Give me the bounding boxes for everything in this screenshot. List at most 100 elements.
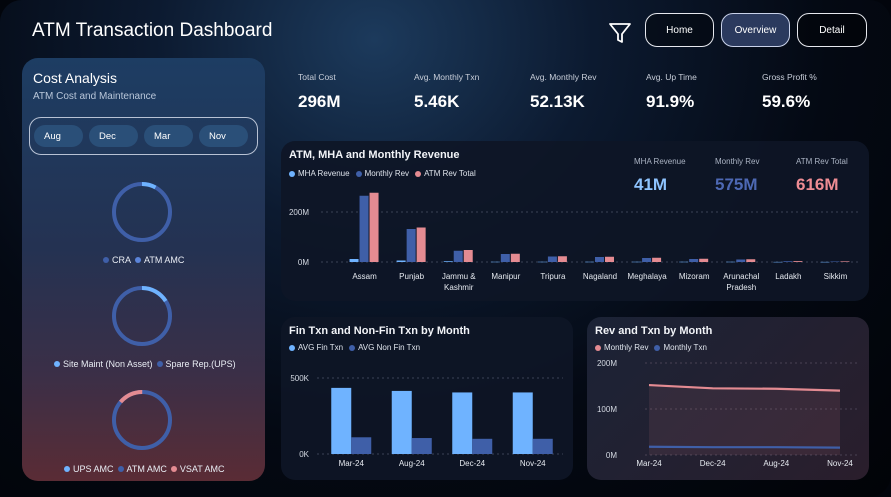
- x-tick-label: Nagaland: [583, 272, 617, 281]
- bar: [351, 437, 372, 454]
- bar: [391, 390, 412, 454]
- legend-dot: [64, 466, 70, 472]
- x-tick-label: Meghalaya: [628, 272, 668, 281]
- bar: [736, 259, 746, 262]
- bar: [510, 253, 520, 262]
- month-chip-aug[interactable]: Aug: [34, 125, 83, 147]
- kpi-value: 59.6%: [762, 92, 811, 111]
- dashboard-frame: ATM Transaction Dashboard Home Overview …: [0, 0, 891, 497]
- x-tick-label: Nov-24: [827, 459, 853, 468]
- bar: [500, 254, 510, 262]
- donut-chart-site-maint[interactable]: [108, 282, 176, 350]
- kpi-avg-up-time: Avg. Up Time 91.9%: [646, 72, 697, 112]
- bar: [406, 229, 416, 262]
- kpi-gross-profit: Gross Profit % 59.6%: [762, 72, 817, 112]
- bar: [746, 259, 756, 262]
- bar: [452, 392, 473, 454]
- bar: [783, 261, 793, 262]
- legend-label: VSAT AMC: [179, 464, 225, 474]
- cost-panel-subtitle: ATM Cost and Maintenance: [33, 91, 157, 102]
- y-tick-label: 200M: [597, 359, 617, 368]
- bar: [443, 261, 453, 262]
- bar: [463, 250, 473, 262]
- x-tick-label: Jammu &: [442, 272, 476, 281]
- bar: [349, 259, 359, 262]
- kpi-label: Gross Profit %: [762, 72, 817, 82]
- x-tick-label: Mar-24: [339, 459, 365, 468]
- x-tick-label: Manipur: [491, 272, 520, 281]
- nav-detail-button[interactable]: Detail: [797, 13, 867, 47]
- kpi-avg-monthly-rev: Avg. Monthly Rev 52.13K: [530, 72, 596, 112]
- x-tick-label: Dec-24: [459, 459, 485, 468]
- bar: [359, 195, 369, 262]
- bar: [632, 261, 642, 263]
- bar: [793, 261, 803, 262]
- kpi-value: 52.13K: [530, 92, 585, 111]
- y-tick-label: 0K: [299, 450, 309, 459]
- x-tick-label: Kashmir: [444, 283, 474, 292]
- bar: [396, 260, 406, 262]
- bar: [369, 192, 379, 262]
- bar: [331, 387, 352, 454]
- x-tick-label: Punjab: [399, 272, 424, 281]
- donut-chart-ups-amc[interactable]: [108, 386, 176, 454]
- donut-segment: [112, 390, 172, 450]
- kpi-label: Total Cost: [298, 72, 336, 82]
- page-title: ATM Transaction Dashboard: [32, 20, 273, 41]
- bar: [605, 256, 614, 262]
- kpi-total-cost: Total Cost 296M: [298, 72, 341, 112]
- kpi-value: 296M: [298, 92, 341, 111]
- bar: [652, 257, 662, 262]
- x-tick-label: Nov-24: [520, 459, 546, 468]
- y-tick-label: 200M: [289, 208, 309, 217]
- x-tick-label: Aug-24: [399, 459, 425, 468]
- x-tick-label: Aug-24: [763, 459, 789, 468]
- nav-home-button[interactable]: Home: [645, 13, 714, 47]
- kpi-value: 91.9%: [646, 92, 695, 111]
- bar: [532, 438, 553, 454]
- donut-legend-2: Site Maint (Non Asset) Spare Rep.(UPS): [54, 359, 236, 369]
- legend-dot: [156, 361, 163, 367]
- bar: [595, 257, 604, 262]
- revenue-by-state-card: ATM, MHA and Monthly Revenue MHA Revenue…: [281, 141, 869, 301]
- kpi-label: Avg. Up Time: [646, 72, 697, 82]
- month-chip-dec[interactable]: Dec: [89, 125, 138, 147]
- y-tick-label: 0M: [606, 451, 617, 460]
- bar: [411, 438, 432, 454]
- revenue-bar-chart[interactable]: 200M 0M Assam Punjab Jammu & Kashmir Manipur Tr…: [281, 141, 869, 301]
- rev-txn-card: Rev and Txn by Month Monthly Rev Monthly…: [587, 317, 869, 480]
- bar: [416, 227, 426, 262]
- legend-dot: [170, 466, 177, 472]
- kpi-label: Avg. Monthly Txn: [414, 72, 480, 82]
- month-chip-mar[interactable]: Mar: [144, 125, 193, 147]
- y-tick-label: 0M: [298, 258, 309, 267]
- kpi-value: 5.46K: [414, 92, 460, 111]
- fin-txn-card: Fin Txn and Non-Fin Txn by Month AVG Fin…: [281, 317, 573, 480]
- x-tick-label: Mizoram: [679, 272, 710, 281]
- bar: [726, 261, 736, 263]
- nav-overview-button[interactable]: Overview: [721, 13, 790, 47]
- y-tick-label: 500K: [290, 374, 309, 383]
- cost-analysis-panel: Cost Analysis ATM Cost and Maintenance A…: [22, 58, 265, 481]
- bar: [512, 392, 533, 454]
- rev-txn-line-chart[interactable]: 200M 100M 0M Mar-24 Dec-24 Aug-24 Nov-24: [587, 317, 869, 480]
- legend-dot: [117, 466, 124, 472]
- filter-icon[interactable]: [607, 20, 633, 46]
- legend-label: CRA: [112, 255, 132, 265]
- x-tick-label: Dec-24: [700, 459, 726, 468]
- y-tick-label: 100M: [597, 405, 617, 414]
- fin-txn-bar-chart[interactable]: 500K 0K Mar-24 Aug-24 Dec-24 Nov-24: [281, 317, 573, 480]
- legend-label: Site Maint (Non Asset): [63, 359, 153, 369]
- cost-panel-title: Cost Analysis: [33, 70, 118, 86]
- legend-label: ATM AMC: [144, 255, 185, 265]
- legend-label: Spare Rep.(UPS): [165, 359, 236, 369]
- donut-legend-1: CRA ATM AMC: [103, 255, 184, 265]
- x-tick-label: Arunachal: [723, 272, 759, 281]
- donut-chart-cra[interactable]: [108, 178, 176, 246]
- bar: [453, 250, 463, 262]
- legend-dot: [135, 257, 142, 263]
- bar: [547, 256, 557, 262]
- x-tick-label: Mar-24: [636, 459, 662, 468]
- month-slicer: Aug Dec Mar Nov: [29, 117, 258, 155]
- month-chip-nov[interactable]: Nov: [199, 125, 248, 147]
